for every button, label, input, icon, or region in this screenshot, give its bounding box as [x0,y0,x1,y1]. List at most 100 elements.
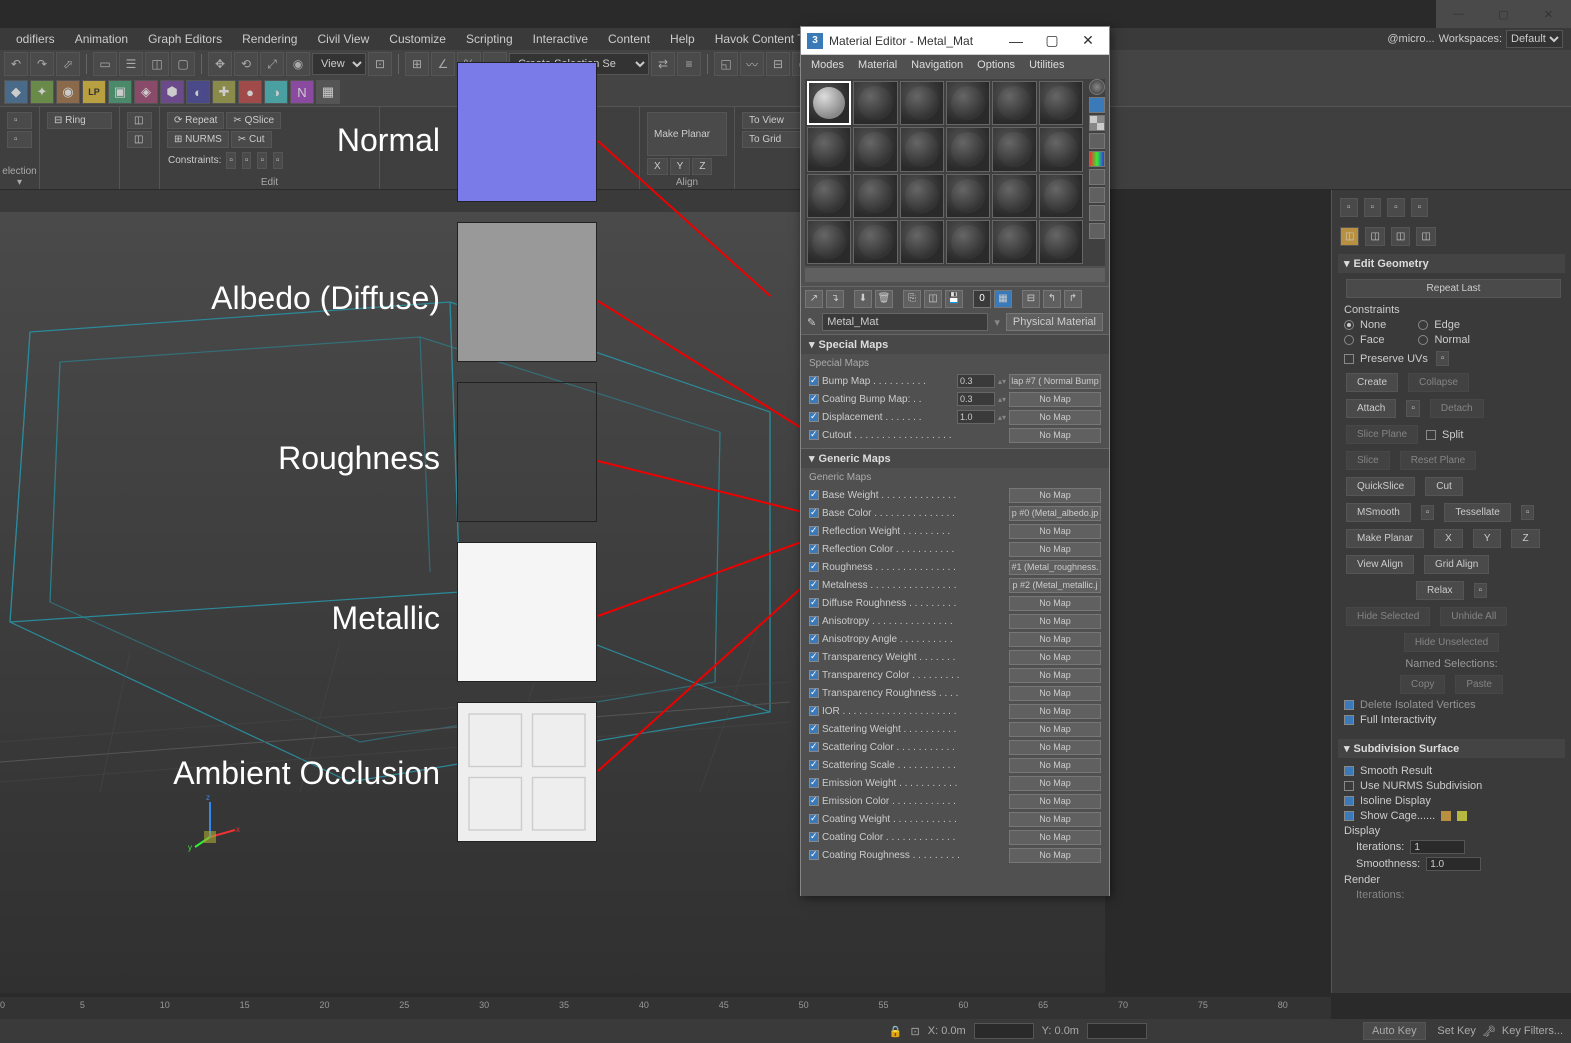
scale-icon[interactable]: ⤢ [260,52,284,76]
material-slot[interactable] [900,81,944,125]
ribbon-btn[interactable]: ▫ [7,131,32,148]
cage-color2[interactable] [1457,811,1467,821]
map-slot-button[interactable]: No Map [1009,650,1101,665]
attach-list-icon[interactable]: ▫ [1406,400,1420,417]
material-slot[interactable] [946,81,990,125]
tool4-icon[interactable]: ◈ [134,80,158,104]
material-slot[interactable] [1039,174,1083,218]
smooth-result-check[interactable] [1344,766,1354,776]
map-enable-check[interactable] [809,508,819,518]
cage-color1[interactable] [1441,811,1451,821]
smoothness-spinner[interactable]: 1.0 [1426,857,1481,871]
map-slot-button[interactable]: No Map [1009,614,1101,629]
full-interactivity-check[interactable] [1344,715,1354,725]
make-unique-icon[interactable]: ◫ [924,290,942,308]
panel-tab-icon[interactable]: ◫ [1365,227,1384,246]
msmooth-button[interactable]: MSmooth [1346,503,1411,522]
material-slot[interactable] [853,220,897,264]
tool5-icon[interactable]: ⬢ [160,80,184,104]
tool3-icon[interactable]: ▣ [108,80,132,104]
constraint-face-radio[interactable] [1344,335,1354,345]
map-slot-button[interactable]: No Map [1009,704,1101,719]
map-enable-check[interactable] [809,412,819,422]
get-material-icon[interactable]: ↗ [805,290,823,308]
eyedropper-icon[interactable]: ✎ [807,316,816,329]
material-slot[interactable] [900,220,944,264]
select-name-icon[interactable]: ☰ [119,52,143,76]
material-slot[interactable] [807,127,851,171]
map-enable-check[interactable] [809,562,819,572]
slot-scrollbar[interactable] [805,268,1105,282]
setkey-button[interactable]: Set Key [1437,1025,1476,1037]
menu-content[interactable]: Content [600,30,658,48]
split-check[interactable] [1426,430,1436,440]
panel-tab-icon[interactable]: ◫ [1391,227,1410,246]
material-slot[interactable] [807,220,851,264]
mat-menu-utilities[interactable]: Utilities [1023,57,1070,73]
lp-icon[interactable]: LP [82,80,106,104]
map-enable-check[interactable] [809,394,819,404]
material-slot[interactable] [946,174,990,218]
map-slot-button[interactable]: No Map [1009,830,1101,845]
map-enable-check[interactable] [809,544,819,554]
window-maximize[interactable]: ▢ [1481,0,1526,28]
material-slot[interactable] [900,174,944,218]
go-parent-icon[interactable]: ↰ [1043,290,1061,308]
reset-plane-button[interactable]: Reset Plane [1400,451,1476,470]
material-slot[interactable] [853,81,897,125]
lock-icon[interactable]: 🔒 [889,1025,903,1038]
material-name-input[interactable] [822,313,988,331]
material-slot[interactable] [853,174,897,218]
tessellate-button[interactable]: Tessellate [1444,503,1510,522]
use-nurms-check[interactable] [1344,781,1354,791]
select-by-mat-icon[interactable] [1089,205,1105,221]
material-editor-titlebar[interactable]: 3 Material Editor - Metal_Mat — ▢ ✕ [801,27,1109,55]
map-enable-check[interactable] [809,688,819,698]
map-slot-button[interactable]: No Map [1009,668,1101,683]
collapse-button[interactable]: Collapse [1408,373,1469,392]
attach-button[interactable]: Attach [1346,399,1396,418]
background-icon[interactable] [1089,115,1105,131]
lock2-icon[interactable]: ⊡ [911,1025,920,1038]
show-map-icon[interactable]: ▦ [994,290,1012,308]
tool11-icon[interactable]: ▦ [316,80,340,104]
ring-button[interactable]: ⊟ Ring [47,112,112,129]
map-slot-button[interactable]: No Map [1009,392,1101,407]
map-amount-spinner[interactable]: 0.3 [957,374,995,388]
copy-icon[interactable]: ⎘ [903,290,921,308]
tool2-icon[interactable]: ◉ [56,80,80,104]
material-slot[interactable] [1039,220,1083,264]
y-button[interactable]: Y [1473,529,1502,548]
redo-icon[interactable]: ↷ [30,52,54,76]
special-maps-header[interactable]: ▾Special Maps [801,334,1109,354]
menu-scripting[interactable]: Scripting [458,30,521,48]
repeat-last-button[interactable]: Repeat Last [1346,279,1561,298]
map-enable-check[interactable] [809,724,819,734]
msmooth-opts-icon[interactable]: ▫ [1421,505,1435,520]
copy-button[interactable]: Copy [1400,675,1445,694]
material-slot[interactable] [992,81,1036,125]
map-enable-check[interactable] [809,760,819,770]
snap-icon[interactable]: ⊞ [405,52,429,76]
menu-modifiers[interactable]: odifiers [8,30,63,48]
z-button[interactable]: Z [1511,529,1539,548]
delete-icon[interactable]: 🗑 [875,290,893,308]
material-type-button[interactable]: Physical Material [1006,313,1103,331]
map-enable-check[interactable] [809,526,819,536]
x-button[interactable]: X [1434,529,1463,548]
window-minimize[interactable]: — [1436,0,1481,28]
map-enable-check[interactable] [809,490,819,500]
material-slot[interactable] [946,127,990,171]
mat-id-icon[interactable]: 0 [973,290,991,308]
grid-align-button[interactable]: Grid Align [1424,555,1489,574]
menu-help[interactable]: Help [662,30,703,48]
isoline-check[interactable] [1344,796,1354,806]
filter-icon[interactable]: ▢ [171,52,195,76]
map-slot-button[interactable]: No Map [1009,776,1101,791]
tool10-icon[interactable]: N [290,80,314,104]
pivot-icon[interactable]: ⊡ [368,52,392,76]
panel-tab-icon[interactable]: ▫ [1387,198,1405,217]
menu-civil-view[interactable]: Civil View [309,30,377,48]
uv-tiling-icon[interactable] [1089,133,1105,149]
map-slot-button[interactable]: No Map [1009,794,1101,809]
